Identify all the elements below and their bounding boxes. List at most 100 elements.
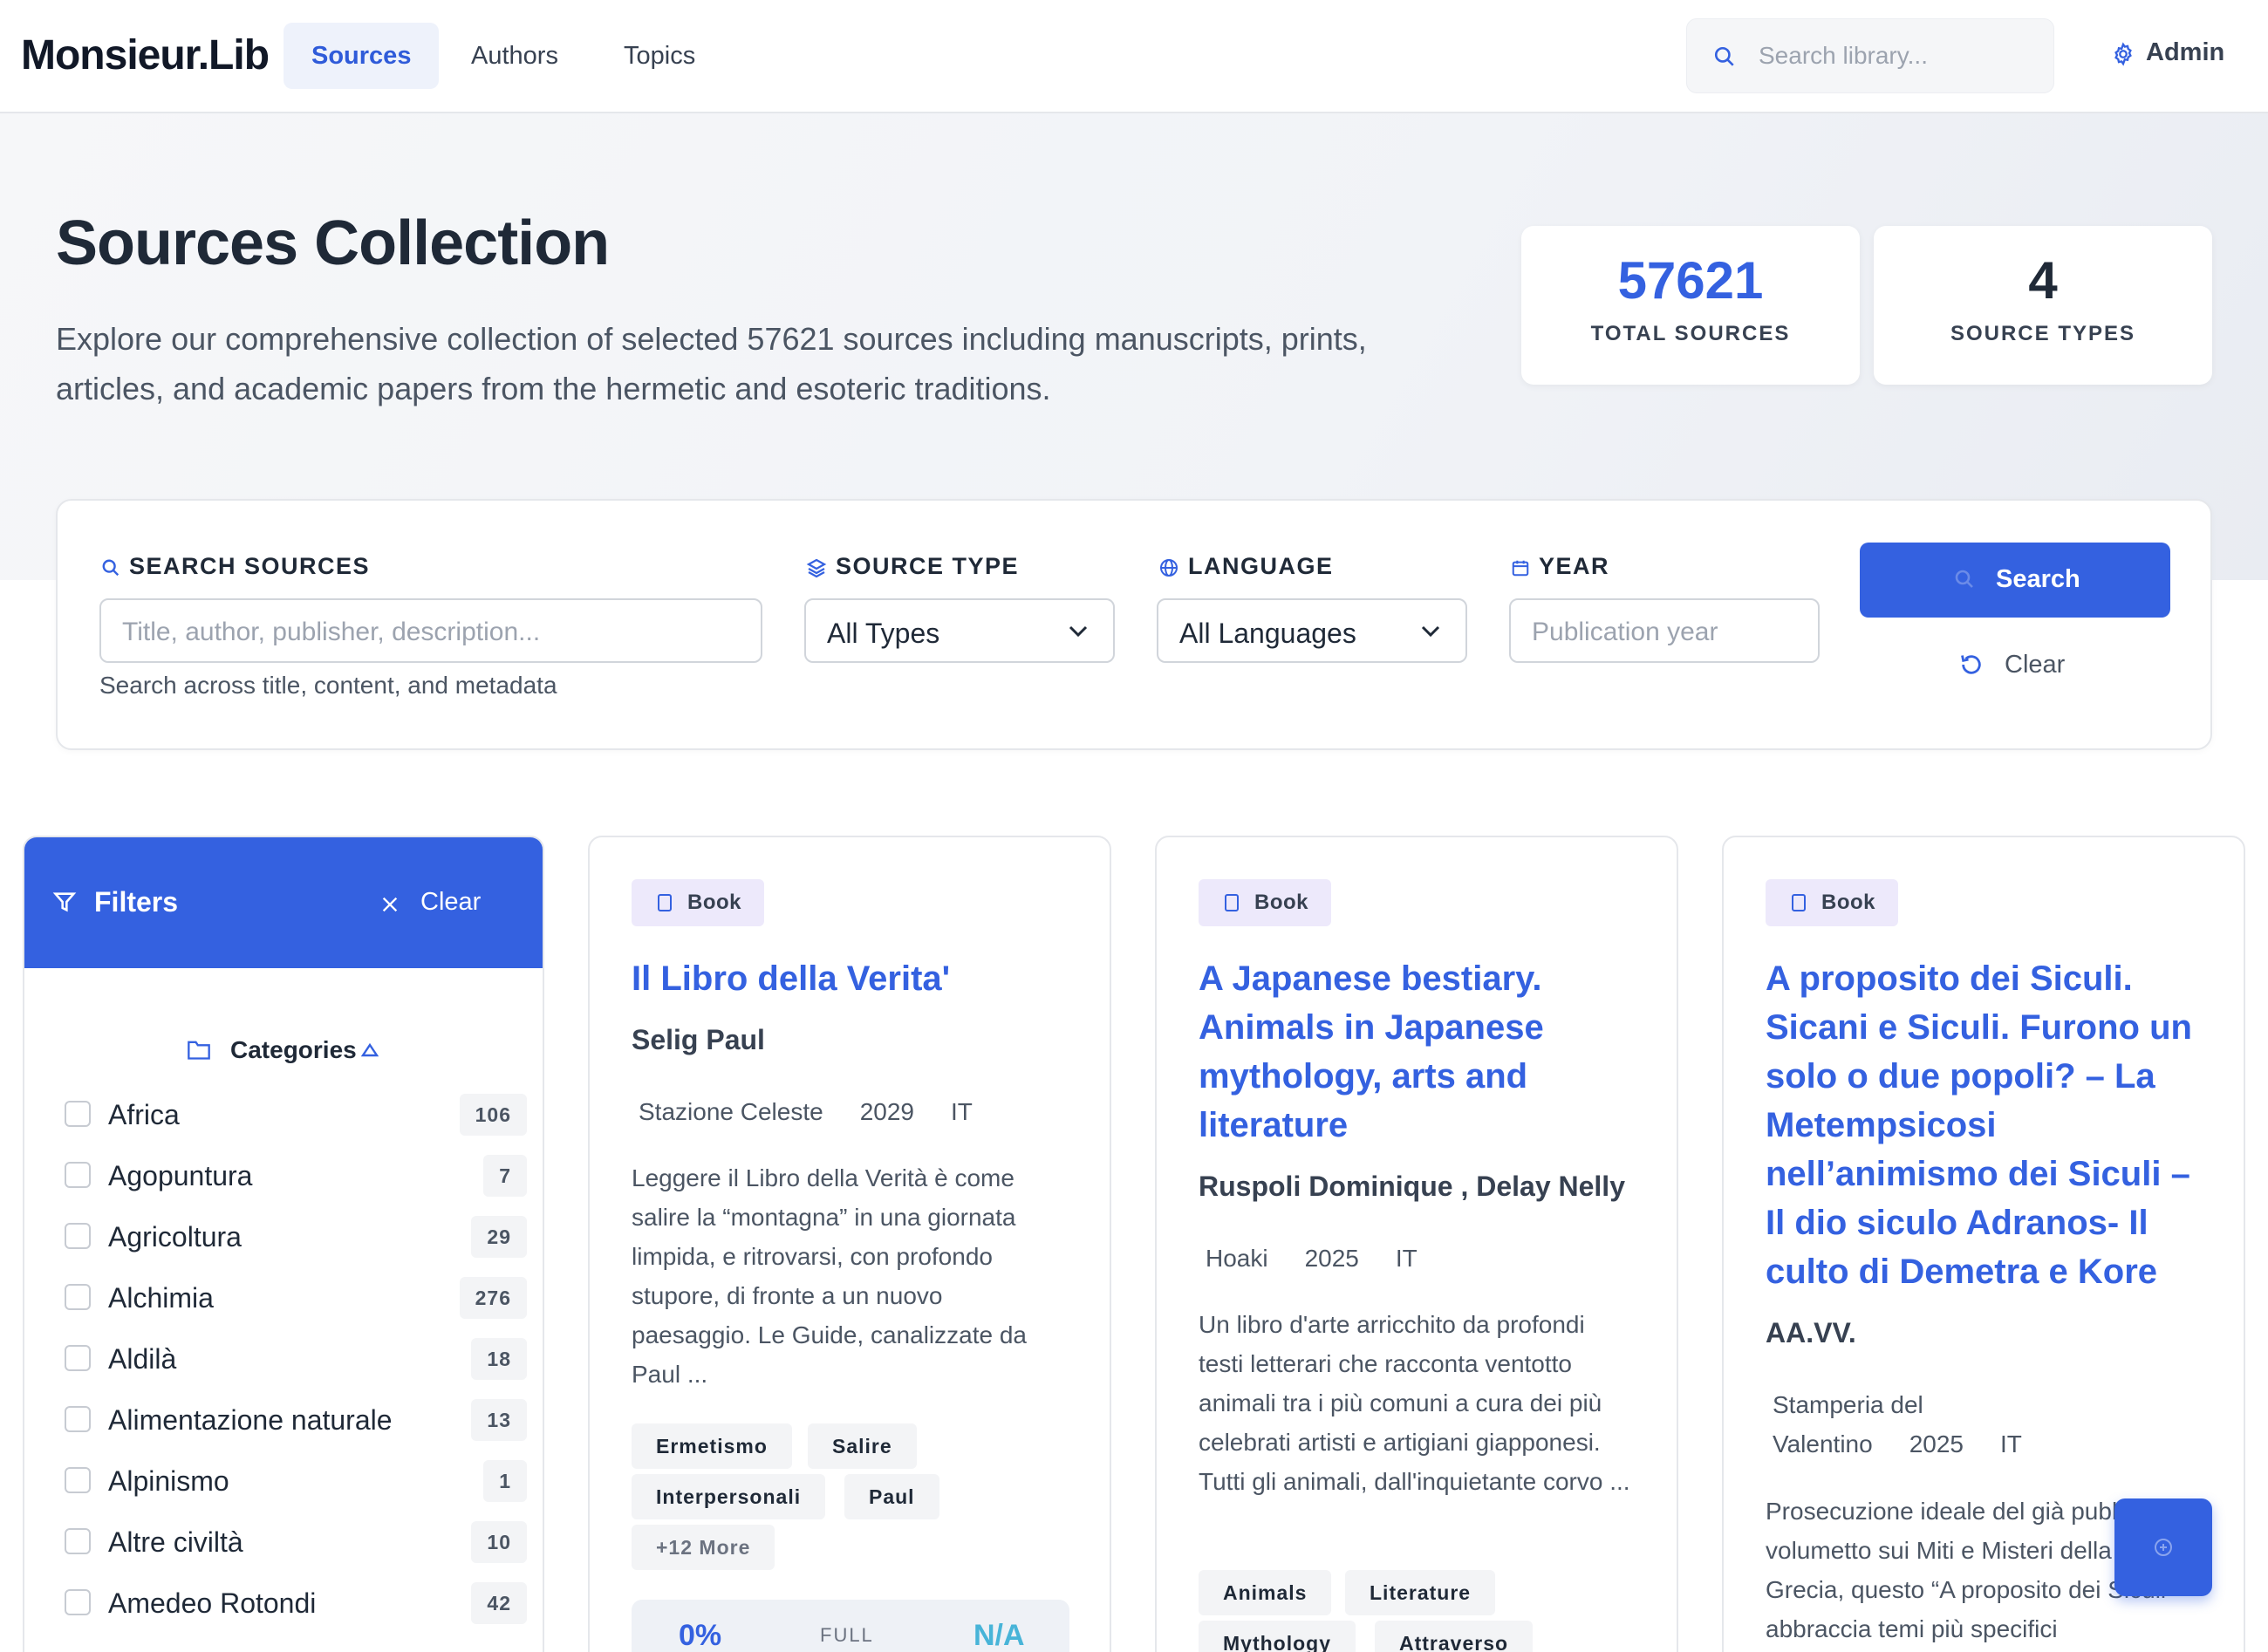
filters-header: Filters Clear xyxy=(24,837,543,968)
category-count: 1 xyxy=(483,1460,527,1502)
filter-icon xyxy=(52,892,77,912)
stat-label: TOTAL SOURCES xyxy=(1590,322,1791,345)
category-checkbox[interactable] xyxy=(65,1345,91,1371)
library-search-placeholder: Search library... xyxy=(1759,42,1928,69)
category-item[interactable]: Altre civiltà 10 xyxy=(65,1519,527,1565)
page-description: Explore our comprehensive collection of … xyxy=(56,321,1367,406)
top-navbar: Monsieur.Lib Sources Authors Topics Sear… xyxy=(0,0,2268,113)
card-publisher: Stamperia del Valentino xyxy=(1773,1391,1923,1457)
category-name: Amedeo Rotondi xyxy=(108,1587,317,1619)
card-meta: Hoaki 2025 IT xyxy=(1206,1239,1650,1278)
filters-sidebar: Filters Clear Categories Africa 106 Agop… xyxy=(23,836,544,1652)
category-checkbox[interactable] xyxy=(65,1223,91,1249)
category-checkbox[interactable] xyxy=(65,1101,91,1127)
year-input[interactable]: Publication year xyxy=(1509,598,1820,663)
category-checkbox[interactable] xyxy=(65,1528,91,1554)
stat-value: 4 xyxy=(2028,251,2058,310)
category-item[interactable]: Africa 106 xyxy=(65,1092,527,1137)
category-item[interactable]: Alchimia 276 xyxy=(65,1275,527,1321)
year-label: YEAR xyxy=(1511,553,1609,580)
stat-total-sources: 57621 TOTAL SOURCES xyxy=(1521,226,1860,385)
category-count: 42 xyxy=(471,1582,527,1624)
nav-link-authors[interactable]: Authors xyxy=(443,23,586,89)
admin-label: Admin xyxy=(2146,38,2225,66)
tag[interactable]: Salire xyxy=(808,1423,917,1469)
tag[interactable]: Ermetismo xyxy=(632,1423,792,1469)
category-item[interactable]: Alpinismo 1 xyxy=(65,1458,527,1504)
year-placeholder: Publication year xyxy=(1532,618,1718,646)
source-card[interactable]: Book Il Libro della Verita' Selig Paul S… xyxy=(588,836,1111,1652)
caret-up-icon xyxy=(361,1043,379,1057)
clear-search-label: Clear xyxy=(2005,651,2066,679)
category-name: Altre civiltà xyxy=(108,1526,243,1558)
type-badge: Book xyxy=(1199,879,1331,926)
category-name: Aldilà xyxy=(108,1343,177,1375)
category-checkbox[interactable] xyxy=(65,1467,91,1493)
card-author: AA.VV. xyxy=(1766,1317,1856,1348)
library-search-input[interactable]: Search library... xyxy=(1686,18,2054,93)
category-item[interactable]: Agricoltura 29 xyxy=(65,1214,527,1259)
category-checkbox[interactable] xyxy=(65,1406,91,1432)
search-panel: SEARCH SOURCES Title, author, publisher,… xyxy=(56,499,2212,750)
category-name: Agopuntura xyxy=(108,1160,253,1191)
tag[interactable]: Paul xyxy=(844,1474,939,1519)
category-checkbox[interactable] xyxy=(65,1589,91,1615)
category-count: 106 xyxy=(459,1094,527,1136)
filters-title: Filters xyxy=(94,886,179,918)
source-card[interactable]: Book A Japanese bestiary. Animals in Jap… xyxy=(1155,836,1678,1652)
tag[interactable]: Mythology xyxy=(1199,1621,1356,1652)
category-count: 13 xyxy=(471,1399,527,1441)
card-meta: Stazione Celeste 2029 IT xyxy=(639,1092,1083,1131)
card-footer-stats: 0% FULL N/A xyxy=(632,1600,1069,1652)
book-icon xyxy=(1225,894,1239,911)
search-sources-input[interactable]: Title, author, publisher, description... xyxy=(99,598,762,663)
category-name: Alchimia xyxy=(108,1282,214,1314)
nav-link-sources[interactable]: Sources xyxy=(284,23,440,89)
card-publisher: Hoaki xyxy=(1206,1245,1268,1272)
category-name: Alimentazione naturale xyxy=(108,1404,393,1436)
category-item[interactable]: Aldilà 18 xyxy=(65,1336,527,1382)
search-icon xyxy=(1955,570,1973,588)
card-meta: Stamperia del Valentino 2025 IT xyxy=(1773,1385,2087,1464)
category-item[interactable]: Agopuntura 7 xyxy=(65,1153,527,1198)
clear-filters-button[interactable]: Clear xyxy=(420,888,481,917)
card-language: IT xyxy=(950,1098,973,1125)
type-badge: Book xyxy=(632,879,764,926)
category-name: Africa xyxy=(108,1099,180,1130)
tag[interactable]: Attraverso xyxy=(1375,1621,1534,1652)
language-select[interactable]: All Languages xyxy=(1157,598,1467,663)
nav-link-topics[interactable]: Topics xyxy=(596,23,723,89)
chevron-down-icon xyxy=(1421,625,1440,638)
type-badge: Book xyxy=(1766,879,1898,926)
tag[interactable]: Animals xyxy=(1199,1570,1332,1615)
more-tags-button[interactable]: +12 More xyxy=(632,1525,775,1570)
category-count: 276 xyxy=(459,1277,527,1319)
search-help-text: Search across title, content, and metada… xyxy=(99,672,557,699)
card-title[interactable]: Il Libro della Verita' xyxy=(632,954,1085,1003)
plus-circle-icon xyxy=(2155,1539,2172,1556)
search-button[interactable]: Search xyxy=(1860,543,2170,618)
page-title: Sources Collection xyxy=(56,208,610,278)
card-language: IT xyxy=(1999,1430,2022,1457)
tag[interactable]: Interpersonali xyxy=(632,1474,826,1519)
tag[interactable]: Literature xyxy=(1345,1570,1496,1615)
source-type-select[interactable]: All Types xyxy=(804,598,1115,663)
floating-action-button[interactable] xyxy=(2114,1498,2212,1596)
category-count: 29 xyxy=(471,1216,527,1258)
search-icon xyxy=(102,559,120,576)
book-icon xyxy=(1792,894,1806,911)
stat-source-types: 4 SOURCE TYPES xyxy=(1874,226,2212,385)
category-checkbox[interactable] xyxy=(65,1162,91,1188)
category-count: 10 xyxy=(471,1521,527,1563)
gear-icon xyxy=(2114,42,2132,66)
search-icon xyxy=(1714,46,1734,66)
na-value: N/A xyxy=(973,1619,1025,1652)
full-label: FULL xyxy=(820,1624,874,1646)
category-item[interactable]: Amedeo Rotondi 42 xyxy=(65,1580,527,1626)
category-checkbox[interactable] xyxy=(65,1284,91,1310)
card-title[interactable]: A Japanese bestiary. Animals in Japanese… xyxy=(1199,954,1652,1150)
close-icon[interactable] xyxy=(380,895,400,914)
brand-logo[interactable]: Monsieur.Lib xyxy=(21,31,270,79)
category-item[interactable]: Alimentazione naturale 13 xyxy=(65,1397,527,1443)
card-title[interactable]: A proposito dei Siculi. Sicani e Siculi.… xyxy=(1766,954,2219,1296)
